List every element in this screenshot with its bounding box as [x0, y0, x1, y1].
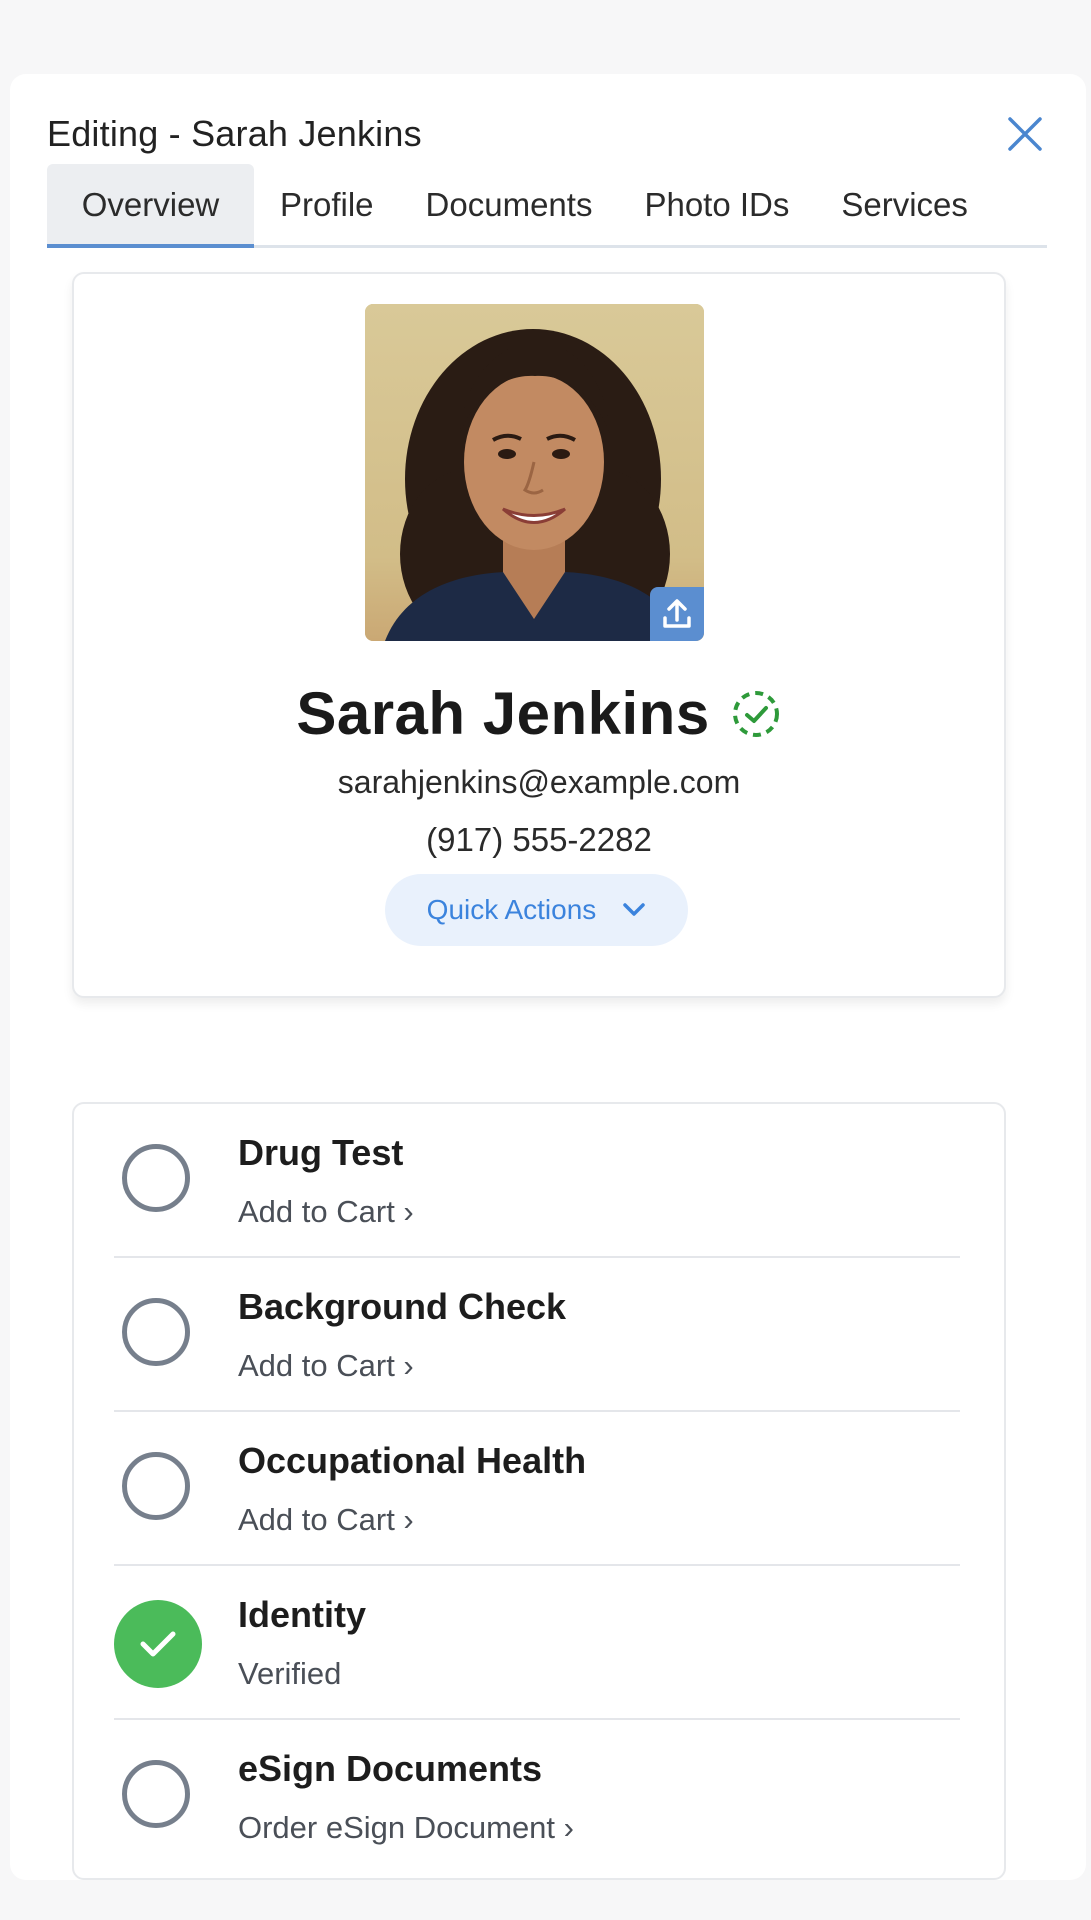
tab-services[interactable]: Services [815, 164, 994, 245]
page-title: Editing - Sarah Jenkins [47, 113, 422, 154]
service-title: Identity [238, 1594, 367, 1635]
service-title: eSign Documents [238, 1748, 543, 1789]
service-title: Background Check [238, 1286, 567, 1327]
edit-panel: Editing - Sarah Jenkins Overview Profile… [10, 74, 1086, 1880]
quick-actions-label: Quick Actions [426, 894, 597, 925]
tab-photo-ids[interactable]: Photo IDs [618, 164, 815, 245]
list-item: Drug Test Add to Cart › [114, 1104, 960, 1258]
add-to-cart-link[interactable]: Add to Cart › [238, 1194, 414, 1230]
list-item: Occupational Health Add to Cart › [114, 1412, 960, 1566]
order-esign-link[interactable]: Order eSign Document › [238, 1810, 574, 1846]
profile-card: Sarah Jenkins sarahjenkins@example.com (… [72, 272, 1006, 998]
list-item: Background Check Add to Cart › [114, 1258, 960, 1412]
service-radio-checked[interactable] [114, 1600, 202, 1688]
service-radio[interactable] [122, 1298, 190, 1366]
profile-phone: (917) 555-2282 [426, 821, 652, 858]
tab-bar: Overview Profile Documents Photo IDs Ser… [47, 164, 1047, 248]
tab-overview[interactable]: Overview [47, 164, 254, 248]
service-title: Occupational Health [238, 1440, 587, 1481]
chevron-down-icon [623, 903, 646, 916]
panel-header: Editing - Sarah Jenkins [47, 94, 1049, 174]
upload-icon [663, 599, 691, 628]
list-item: Identity Verified [114, 1566, 960, 1720]
close-button[interactable] [1001, 110, 1049, 158]
service-status: Verified [238, 1656, 342, 1691]
add-to-cart-link[interactable]: Add to Cart › [238, 1348, 414, 1384]
services-card: Drug Test Add to Cart › Background Check… [72, 1102, 1006, 1880]
check-icon [140, 1631, 176, 1657]
service-radio[interactable] [122, 1144, 190, 1212]
upload-photo-button[interactable] [650, 587, 704, 641]
service-title: Drug Test [238, 1132, 404, 1173]
service-radio[interactable] [122, 1760, 190, 1828]
verified-badge-icon [732, 690, 779, 737]
close-icon [1008, 117, 1042, 151]
profile-photo [365, 304, 704, 641]
profile-email: sarahjenkins@example.com [337, 764, 741, 800]
name-row: Sarah Jenkins [74, 679, 1004, 748]
add-to-cart-link[interactable]: Add to Cart › [238, 1502, 414, 1538]
quick-actions-button[interactable]: Quick Actions [385, 874, 688, 946]
tab-profile[interactable]: Profile [254, 164, 400, 245]
list-item: eSign Documents Order eSign Document › [114, 1720, 960, 1874]
profile-name: Sarah Jenkins [296, 680, 710, 747]
service-radio[interactable] [122, 1452, 190, 1520]
tab-documents[interactable]: Documents [400, 164, 619, 245]
